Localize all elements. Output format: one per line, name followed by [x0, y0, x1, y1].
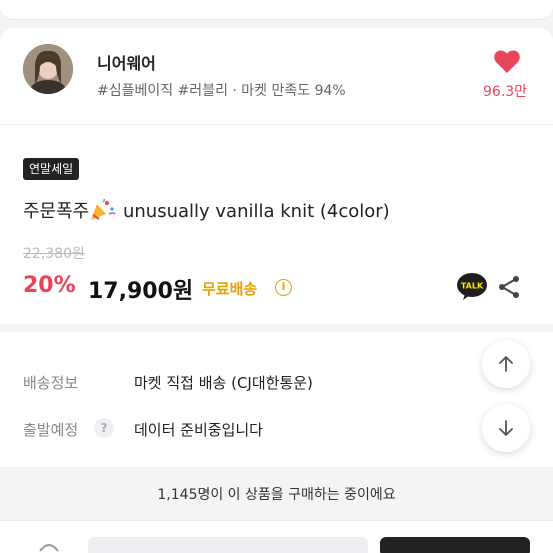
share-icon[interactable]	[497, 275, 521, 299]
bottom-left-icon[interactable]	[38, 541, 60, 553]
title-suffix: unusually vanilla knit (4color)	[122, 201, 390, 222]
shop-card[interactable]: 니어웨어 #심플베이직 #러블리 · 마켓 만족도 94% 96.3만	[0, 28, 553, 124]
scroll-down-button[interactable]	[482, 404, 530, 452]
title-prefix: 주문폭주	[23, 201, 90, 222]
kakaotalk-icon[interactable]: TALK	[457, 273, 487, 300]
free-shipping-label: 무료배송	[202, 280, 258, 298]
scroll-up-button[interactable]	[482, 340, 530, 388]
arrow-down-icon	[499, 420, 513, 436]
delivery-section: 배송정보 마켓 직접 배송 (CJ대한통운) 출발예정 ? 데이터 준비중입니다	[0, 332, 553, 467]
shipping-info-value: 마켓 직접 배송 (CJ대한통운)	[134, 374, 313, 392]
like-count: 96.3만	[483, 84, 528, 100]
shop-meta: #심플베이직 #러블리 · 마켓 만족도 94%	[97, 83, 346, 99]
dispatch-value: 데이터 준비중입니다	[134, 421, 263, 439]
info-icon[interactable]: i	[275, 279, 292, 296]
arrow-up-icon	[499, 356, 513, 372]
original-price: 22,380원	[23, 246, 85, 262]
cart-button[interactable]	[88, 537, 368, 553]
shop-name[interactable]: 니어웨어	[97, 50, 156, 74]
shop-avatar[interactable]	[23, 44, 73, 94]
product-title: 주문폭주 unusually vanilla knit (4color)	[23, 197, 390, 223]
party-popper-icon	[91, 199, 116, 220]
bottom-action-bar	[0, 520, 553, 553]
question-icon[interactable]: ?	[94, 418, 114, 438]
dispatch-label: 출발예정	[23, 421, 79, 439]
shipping-info-label: 배송정보	[23, 374, 79, 392]
heart-icon[interactable]	[494, 50, 520, 74]
sale-badge: 연말세일	[23, 158, 80, 180]
discount-rate: 20%	[23, 273, 76, 298]
kakaotalk-label: TALK	[461, 282, 484, 291]
sale-price: 17,900원	[88, 279, 194, 304]
product-info: 연말세일 주문폭주 unusually vanilla knit (4color…	[0, 124, 553, 324]
buying-now-banner: 1,145명이 이 상품을 구매하는 중이에요	[0, 473, 553, 521]
top-strip	[0, 0, 553, 20]
buy-button[interactable]	[380, 537, 530, 553]
